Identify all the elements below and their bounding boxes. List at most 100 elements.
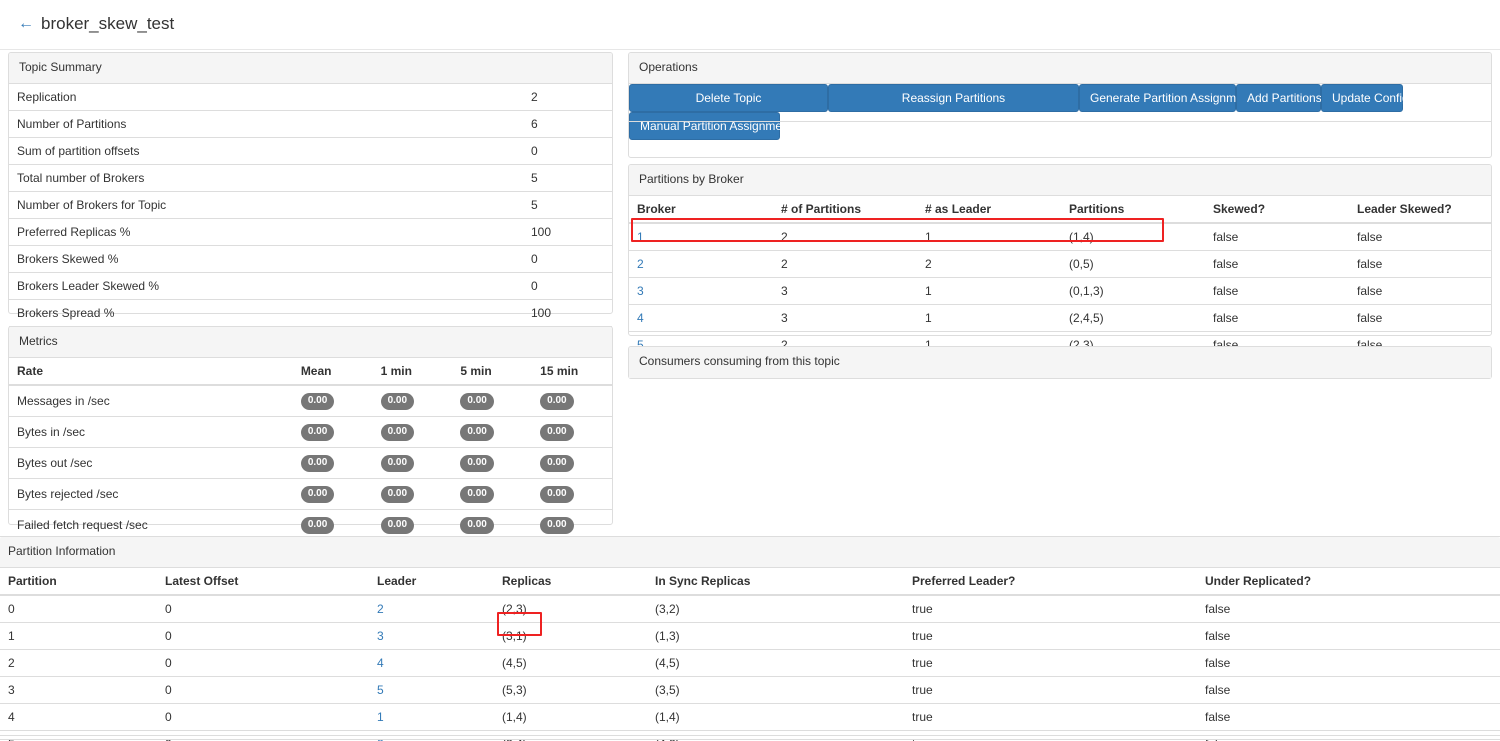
- metric-mean-badge: 0.00: [301, 424, 334, 441]
- pbb-as-leader-cell: 2: [917, 251, 1061, 278]
- metric-rate-label: Bytes out /sec: [9, 448, 293, 479]
- topic-summary-label: Replication: [9, 84, 523, 111]
- topic-summary-value: 5: [523, 192, 612, 219]
- update-config-button[interactable]: Update Config: [1321, 84, 1403, 112]
- metrics-heading: Metrics: [9, 327, 612, 358]
- table-row: 121(1,4)falsefalse: [629, 223, 1491, 251]
- broker-link[interactable]: 4: [637, 311, 644, 325]
- generate-partition-assignments-button[interactable]: Generate Partition Assignments: [1079, 84, 1236, 112]
- metric-15min-cell: 0.00: [532, 448, 612, 479]
- pbb-num-partitions-cell: 2: [773, 223, 917, 251]
- pi-leader-cell: 3: [369, 623, 494, 650]
- pi-in-sync-replicas-cell: (4,5): [647, 650, 904, 677]
- metric-15min-cell: 0.00: [532, 385, 612, 417]
- add-partitions-button[interactable]: Add Partitions: [1236, 84, 1321, 112]
- pi-leader-cell: 1: [369, 704, 494, 731]
- metric-mean-cell: 0.00: [293, 417, 373, 448]
- leader-link[interactable]: 2: [377, 602, 384, 616]
- metric-15min-cell: 0.00: [532, 479, 612, 510]
- partitions-by-broker-body: Broker # of Partitions # as Leader Parti…: [629, 196, 1491, 358]
- pbb-leader-skewed-cell: false: [1349, 251, 1491, 278]
- partitions-by-broker-panel: Partitions by Broker Broker # of Partiti…: [628, 164, 1492, 336]
- metric-5min-cell: 0.00: [452, 448, 532, 479]
- metric-5min-badge: 0.00: [460, 393, 493, 410]
- pi-replicas-cell: (3,1): [494, 623, 647, 650]
- table-row: Number of Brokers for Topic5: [9, 192, 612, 219]
- table-row: Replication2: [9, 84, 612, 111]
- pi-partition-cell: 4: [0, 704, 157, 731]
- operations-divider: [629, 121, 1491, 122]
- table-row: 331(0,1,3)falsefalse: [629, 278, 1491, 305]
- leader-link[interactable]: 1: [377, 710, 384, 724]
- metric-1min-badge: 0.00: [381, 455, 414, 472]
- pi-partition-cell: 2: [0, 650, 157, 677]
- metric-mean-badge: 0.00: [301, 486, 334, 503]
- pbb-header-row: Broker # of Partitions # as Leader Parti…: [629, 196, 1491, 223]
- topic-summary-label: Sum of partition offsets: [9, 138, 523, 165]
- pbb-skewed-cell: false: [1205, 305, 1349, 332]
- pbb-partitions-cell: (0,1,3): [1061, 278, 1205, 305]
- table-row: 305(5,3)(3,5)truefalse: [0, 677, 1500, 704]
- leader-link[interactable]: 3: [377, 629, 384, 643]
- pi-latest-offset-cell: 0: [157, 704, 369, 731]
- table-row: 222(0,5)falsefalse: [629, 251, 1491, 278]
- partition-information-heading: Partition Information: [0, 537, 1500, 568]
- pbb-broker-cell: 4: [629, 305, 773, 332]
- pbb-col-num-partitions: # of Partitions: [773, 196, 917, 223]
- table-row: Bytes rejected /sec0.000.000.000.00: [9, 479, 612, 510]
- pi-in-sync-replicas-cell: (3,2): [647, 595, 904, 623]
- table-row: 002(2,3)(3,2)truefalse: [0, 595, 1500, 623]
- table-row: Brokers Spread %100: [9, 300, 612, 327]
- pi-in-sync-replicas-cell: (1,4): [647, 704, 904, 731]
- pi-under-replicated-cell: false: [1197, 704, 1500, 731]
- metric-5min-badge: 0.00: [460, 455, 493, 472]
- metric-mean-badge: 0.00: [301, 517, 334, 534]
- leader-link[interactable]: 5: [377, 683, 384, 697]
- topic-summary-label: Brokers Skewed %: [9, 246, 523, 273]
- pbb-num-partitions-cell: 3: [773, 278, 917, 305]
- topic-summary-panel: Topic Summary Replication2Number of Part…: [8, 52, 613, 314]
- metric-rate-label: Bytes rejected /sec: [9, 479, 293, 510]
- pbb-partitions-cell: (0,5): [1061, 251, 1205, 278]
- pbb-col-leader-skewed: Leader Skewed?: [1349, 196, 1491, 223]
- pi-latest-offset-cell: 0: [157, 623, 369, 650]
- metric-mean-badge: 0.00: [301, 455, 334, 472]
- pbb-leader-skewed-cell: false: [1349, 278, 1491, 305]
- pbb-num-partitions-cell: 2: [773, 251, 917, 278]
- metric-5min-badge: 0.00: [460, 486, 493, 503]
- manual-partition-assignments-button[interactable]: Manual Partition Assignments: [629, 112, 780, 140]
- pbb-partitions-cell: (1,4): [1061, 223, 1205, 251]
- pbb-broker-cell: 1: [629, 223, 773, 251]
- partitions-by-broker-heading: Partitions by Broker: [629, 165, 1491, 196]
- table-row: Preferred Replicas %100: [9, 219, 612, 246]
- pi-in-sync-replicas-cell: (1,3): [647, 623, 904, 650]
- topic-summary-label: Number of Partitions: [9, 111, 523, 138]
- broker-link[interactable]: 3: [637, 284, 644, 298]
- topic-summary-body: Replication2Number of Partitions6Sum of …: [9, 84, 612, 353]
- pbb-broker-cell: 2: [629, 251, 773, 278]
- topic-summary-value: 0: [523, 246, 612, 273]
- metric-5min-cell: 0.00: [452, 479, 532, 510]
- consumers-heading: Consumers consuming from this topic: [629, 347, 1491, 378]
- table-row: 401(1,4)(1,4)truefalse: [0, 704, 1500, 731]
- pbb-leader-skewed-cell: false: [1349, 223, 1491, 251]
- arrow-left-icon[interactable]: ←: [18, 15, 34, 33]
- leader-link[interactable]: 4: [377, 656, 384, 670]
- broker-link[interactable]: 1: [637, 230, 644, 244]
- delete-topic-button[interactable]: Delete Topic: [629, 84, 828, 112]
- table-row: Sum of partition offsets0: [9, 138, 612, 165]
- broker-link[interactable]: 2: [637, 257, 644, 271]
- table-row: Total number of Brokers5: [9, 165, 612, 192]
- metrics-panel: Metrics Rate Mean 1 min 5 min 15 min Mes…: [8, 326, 613, 525]
- metric-1min-cell: 0.00: [373, 385, 453, 417]
- reassign-partitions-button[interactable]: Reassign Partitions: [828, 84, 1079, 112]
- pbb-as-leader-cell: 1: [917, 223, 1061, 251]
- topic-summary-heading: Topic Summary: [9, 53, 612, 84]
- pi-leader-cell: 2: [369, 595, 494, 623]
- pi-replicas-cell: (5,3): [494, 677, 647, 704]
- pi-col-under-replicated: Under Replicated?: [1197, 568, 1500, 595]
- topic-summary-table: Replication2Number of Partitions6Sum of …: [9, 84, 612, 353]
- topic-summary-value: 100: [523, 219, 612, 246]
- metric-1min-badge: 0.00: [381, 517, 414, 534]
- metrics-header-row: Rate Mean 1 min 5 min 15 min: [9, 358, 612, 385]
